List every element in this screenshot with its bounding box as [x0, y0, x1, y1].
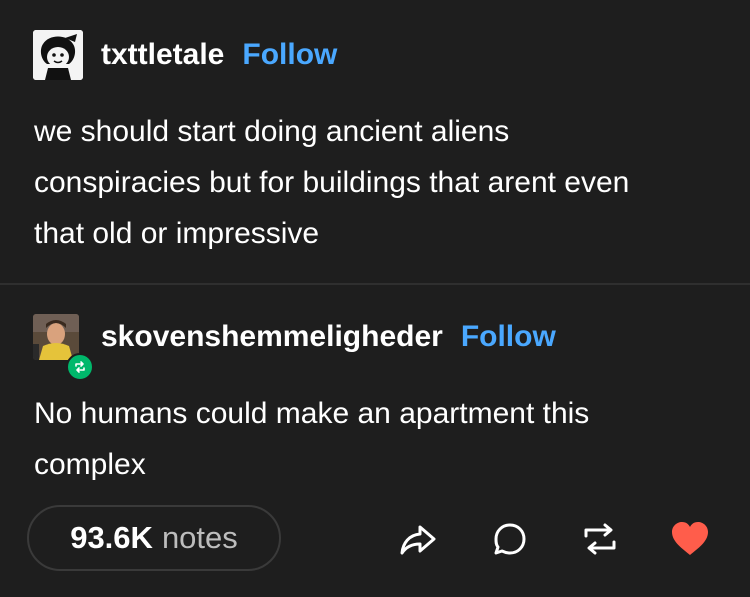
username[interactable]: txttletale	[101, 38, 224, 72]
avatar[interactable]	[33, 314, 79, 360]
reblog-button[interactable]	[578, 517, 622, 561]
reblog-badge	[66, 353, 94, 381]
post-text: No humans could make an apartment this c…	[34, 397, 590, 481]
post-text: we should start doing ancient aliens con…	[34, 115, 630, 250]
follow-button[interactable]: Follow	[242, 38, 337, 72]
avatar-drawing-icon	[33, 30, 83, 80]
notes-count: 93.6K	[70, 520, 153, 555]
share-button[interactable]	[396, 517, 440, 561]
reply-button[interactable]	[488, 517, 532, 561]
notes-label: notes	[161, 520, 238, 555]
divider	[0, 283, 750, 285]
reply-icon	[494, 523, 526, 555]
follow-button[interactable]: Follow	[461, 320, 556, 354]
post-1-header: txttletale Follow	[33, 30, 337, 80]
notes-button[interactable]: 93.6K notes	[27, 505, 281, 571]
reblog-icon	[584, 523, 616, 555]
share-icon	[400, 525, 436, 555]
avatar-photo-icon	[33, 314, 79, 360]
username[interactable]: skovenshemmeligheder	[101, 320, 443, 354]
reblog-icon	[75, 361, 85, 373]
like-button[interactable]	[668, 517, 712, 561]
post-2-header: skovenshemmeligheder Follow	[33, 314, 556, 360]
avatar[interactable]	[33, 30, 83, 80]
like-icon	[672, 522, 708, 555]
